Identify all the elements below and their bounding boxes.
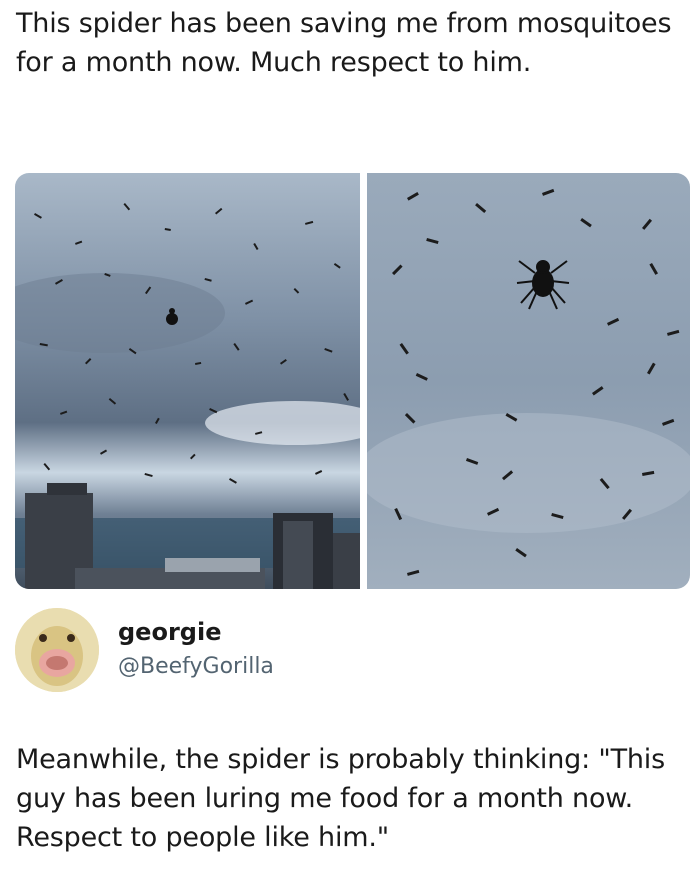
goose-avatar-icon	[15, 608, 99, 692]
post-photo-right[interactable]	[367, 173, 690, 589]
spider-swarm-sky-wide-image	[15, 173, 360, 589]
user-handle[interactable]: @BeefyGorilla	[118, 654, 274, 679]
reply-text: Meanwhile, the spider is probably thinki…	[16, 744, 665, 853]
post-caption: This spider has been saving me from mosq…	[16, 8, 672, 78]
post-photo-grid[interactable]	[15, 173, 690, 589]
post-photo-left[interactable]	[15, 173, 360, 589]
reply-author: georgie @BeefyGorilla	[15, 608, 615, 694]
display-name[interactable]: georgie	[118, 618, 221, 646]
avatar[interactable]	[15, 608, 99, 692]
spider-swarm-sky-closeup-image	[367, 173, 690, 589]
